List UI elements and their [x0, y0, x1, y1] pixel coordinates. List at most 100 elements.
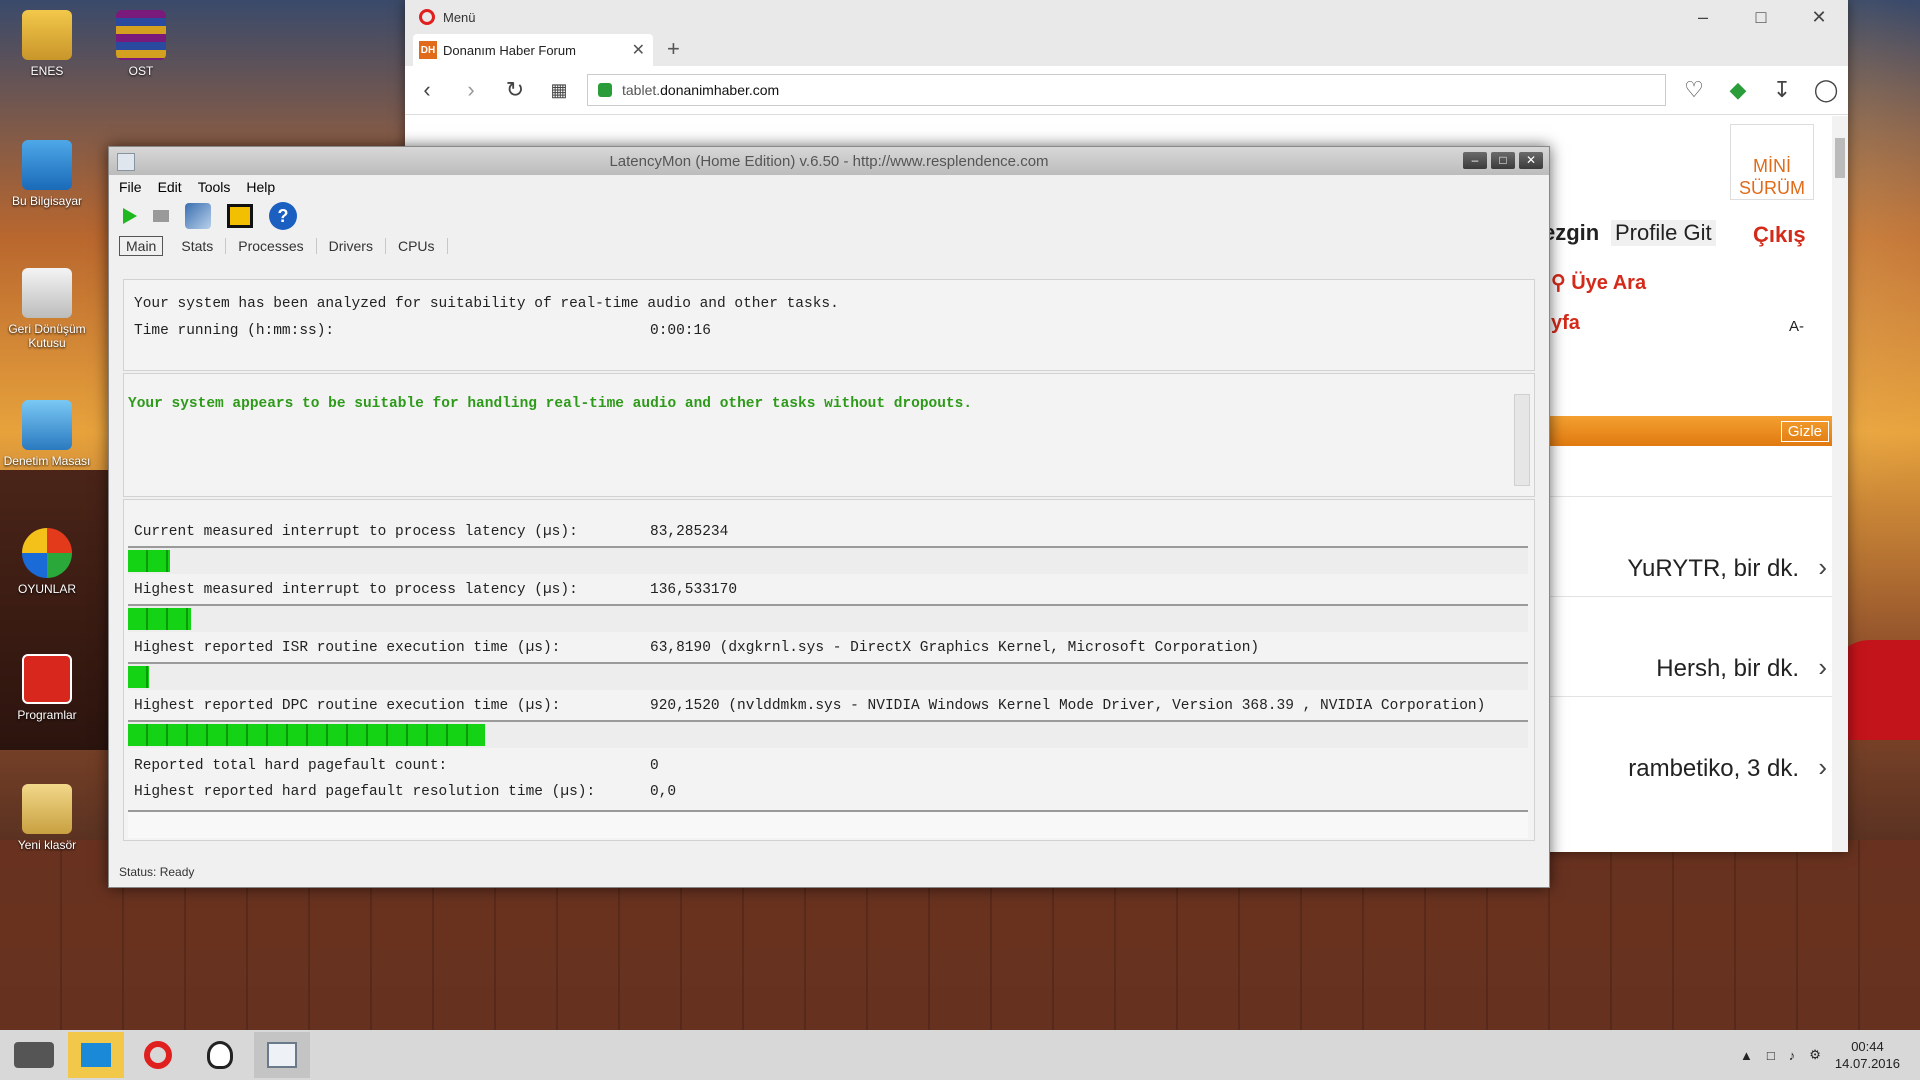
desktop-icon-ost[interactable]: OST: [96, 10, 186, 78]
font-decrease-button[interactable]: A-: [1783, 312, 1810, 341]
taskbar-opera[interactable]: [130, 1032, 186, 1078]
minimize-icon[interactable]: –: [1463, 152, 1487, 169]
tab-title: Donanım Haber Forum: [443, 42, 576, 58]
reload-icon[interactable]: ↻: [493, 77, 537, 103]
speed-dial-grid-icon[interactable]: ▦: [537, 80, 581, 101]
menu-edit[interactable]: Edit: [158, 179, 182, 195]
start-button[interactable]: [6, 1032, 62, 1078]
latency-bar: [128, 608, 191, 630]
download-icon[interactable]: ↧: [1760, 77, 1804, 103]
latency-bar-track: [128, 546, 1528, 574]
desktop-icon-new-folder[interactable]: Yeni klasör: [2, 784, 92, 852]
taskbar-explorer[interactable]: [68, 1032, 124, 1078]
back-icon[interactable]: ‹: [405, 77, 449, 103]
clock[interactable]: 00:44 14.07.2016: [1835, 1038, 1900, 1072]
app-icon[interactable]: [117, 153, 135, 171]
status-bar: Status: Ready: [119, 865, 195, 879]
profile-link[interactable]: Profile Git: [1611, 220, 1716, 246]
latency-bar: [128, 550, 170, 572]
member-search-link[interactable]: ⚲ Üye Ara: [1551, 270, 1646, 295]
tab-processes[interactable]: Processes: [226, 238, 317, 254]
opera-logo-icon[interactable]: [419, 9, 435, 25]
hide-button[interactable]: Gizle: [1780, 421, 1829, 442]
opera-icon: [144, 1041, 172, 1069]
tab-main[interactable]: Main: [119, 236, 164, 256]
maximize-icon[interactable]: □: [1732, 7, 1790, 28]
taskbar: ▲ □ ♪ ⚙ 00:44 14.07.2016: [0, 1030, 1920, 1080]
minimize-icon[interactable]: –: [1674, 7, 1732, 28]
address-bar[interactable]: tablet. donanimhaber.com: [587, 74, 1666, 106]
start-icon: [14, 1042, 54, 1068]
chevron-right-icon: ›: [1818, 552, 1827, 582]
pagefault-time-label: Highest reported hard pagefault resoluti…: [134, 784, 596, 800]
alien-icon: [207, 1041, 233, 1069]
desktop-icon-programs[interactable]: Programlar: [2, 654, 92, 722]
time-running-value: 0:00:16: [650, 323, 711, 339]
control-panel-icon: [22, 400, 72, 450]
desktop-icon-enes[interactable]: ENES: [2, 10, 92, 78]
metric-label: Current measured interrupt to process la…: [134, 524, 578, 540]
computer-icon: [22, 140, 72, 190]
folder-icon: [22, 10, 72, 60]
window-title: LatencyMon (Home Edition) v.6.50 - http:…: [609, 152, 1049, 170]
tab-drivers[interactable]: Drivers: [317, 238, 386, 254]
desktop-icon-recycle-bin[interactable]: Geri Dönüşüm Kutusu: [2, 268, 92, 350]
menu-help[interactable]: Help: [246, 179, 275, 195]
taskbar-app[interactable]: [192, 1032, 248, 1078]
clock-time: 00:44: [1851, 1039, 1884, 1054]
forward-icon[interactable]: ›: [449, 77, 493, 103]
opera-menu-button[interactable]: Menü: [443, 10, 476, 25]
tab-cpus[interactable]: CPUs: [386, 238, 448, 254]
play-icon[interactable]: [123, 208, 137, 224]
post-item[interactable]: Hersh, bir dk. ›: [1545, 596, 1835, 697]
nav-gezgin-link[interactable]: ezgin: [1543, 220, 1599, 246]
page-link[interactable]: yfa: [1551, 312, 1580, 335]
menu-file[interactable]: File: [119, 179, 142, 195]
menu-tools[interactable]: Tools: [198, 179, 231, 195]
verdict-scrollbar[interactable]: [1514, 394, 1530, 486]
new-tab-plus-icon[interactable]: +: [667, 36, 680, 62]
scrollbar-thumb[interactable]: [1835, 138, 1845, 178]
volume-icon[interactable]: ♪: [1789, 1048, 1796, 1063]
taskbar-latencymon[interactable]: [254, 1032, 310, 1078]
url-host: tablet.: [622, 82, 661, 98]
windows-icon[interactable]: [227, 204, 253, 228]
clock-date: 14.07.2016: [1834, 1056, 1900, 1071]
lock-icon: [598, 83, 612, 97]
maximize-icon[interactable]: □: [1491, 152, 1515, 169]
system-tray: ▲ □ ♪ ⚙ 00:44 14.07.2016: [1740, 1038, 1920, 1072]
page-scrollbar[interactable]: [1832, 116, 1848, 852]
post-item[interactable]: rambetiko, 3 dk. ›: [1545, 696, 1835, 797]
stop-icon[interactable]: [153, 210, 169, 222]
close-icon[interactable]: ✕: [1790, 7, 1848, 28]
tray-settings-icon[interactable]: ⚙: [1809, 1047, 1821, 1063]
recycle-bin-icon: [22, 268, 72, 318]
folder-icon: [22, 784, 72, 834]
shield-icon[interactable]: ◆: [1716, 77, 1760, 103]
archive-icon: [116, 10, 166, 60]
close-icon[interactable]: ✕: [1519, 152, 1543, 169]
latencymon-titlebar: LatencyMon (Home Edition) v.6.50 - http:…: [109, 147, 1549, 175]
tools-icon[interactable]: [185, 203, 211, 229]
help-icon[interactable]: ?: [269, 202, 297, 230]
notice-bar: Gizle: [1545, 416, 1835, 446]
tab-close-icon[interactable]: ✕: [632, 40, 645, 60]
heart-bookmark-icon[interactable]: ♡: [1672, 77, 1716, 103]
tab-donanimhaber[interactable]: DH Donanım Haber Forum ✕: [413, 34, 653, 66]
latency-bar-track: [128, 604, 1528, 632]
metric-value: 83,285234: [650, 524, 729, 540]
post-item[interactable]: YuRYTR, bir dk. ›: [1545, 496, 1835, 597]
desktop-icon-this-pc[interactable]: Bu Bilgisayar: [2, 140, 92, 208]
network-icon[interactable]: □: [1767, 1048, 1775, 1063]
logout-link[interactable]: Çıkış: [1753, 222, 1806, 248]
opera-titlebar: Menü – □ ✕: [405, 0, 1848, 34]
summary-text: Your system has been analyzed for suitab…: [134, 296, 839, 312]
metric-value: 63,8190 (dxgkrnl.sys - DirectX Graphics …: [650, 640, 1260, 656]
desktop-icon-control-panel[interactable]: Denetim Masası: [2, 400, 92, 468]
account-icon[interactable]: ◯: [1804, 77, 1848, 103]
desktop-icon-games[interactable]: OYUNLAR: [2, 528, 92, 596]
mini-version-button[interactable]: MİNİ SÜRÜM: [1730, 124, 1814, 200]
tray-arrow-icon[interactable]: ▲: [1740, 1048, 1753, 1063]
tab-stats[interactable]: Stats: [169, 238, 227, 254]
power-icon: [22, 654, 72, 704]
